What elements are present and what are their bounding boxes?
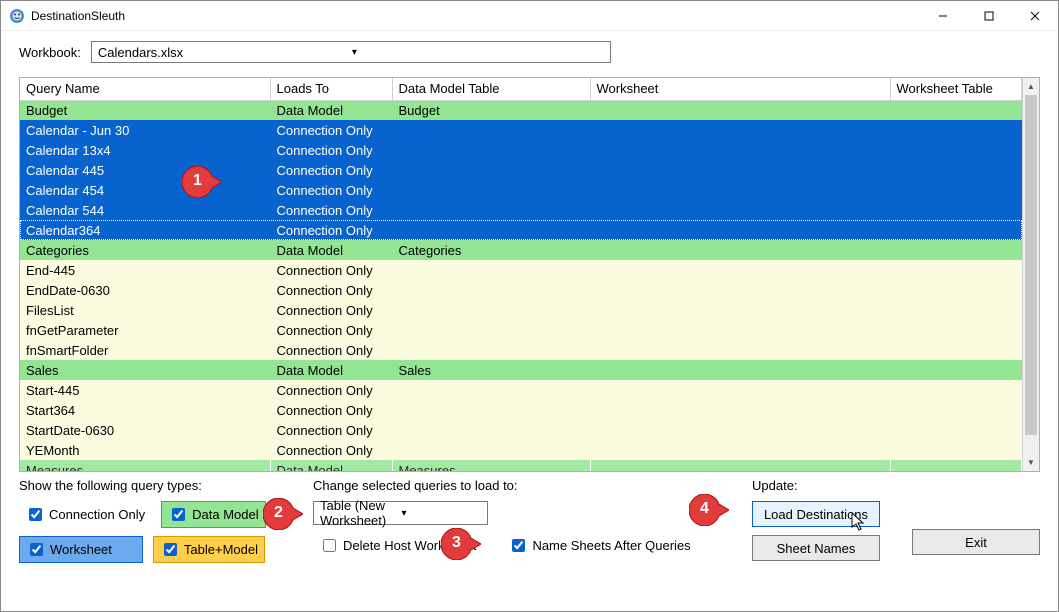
- scroll-down-icon[interactable]: ▼: [1023, 454, 1039, 471]
- table-row[interactable]: FilesListConnection Only: [20, 300, 1022, 320]
- name-sheets-after-queries-checkbox[interactable]: Name Sheets After Queries: [502, 533, 696, 558]
- col-worksheet-table[interactable]: Worksheet Table: [890, 78, 1022, 100]
- table-row[interactable]: StartDate-0630Connection Only: [20, 420, 1022, 440]
- delete-host-worksheet-checkbox[interactable]: Delete Host Worksheet: [313, 533, 482, 558]
- change-label: Change selected queries to load to:: [313, 478, 697, 493]
- col-query-name[interactable]: Query Name: [20, 78, 270, 100]
- maximize-button[interactable]: [966, 1, 1012, 30]
- window-title: DestinationSleuth: [31, 9, 920, 23]
- sheet-names-button[interactable]: Sheet Names: [752, 535, 880, 561]
- table-row[interactable]: BudgetData ModelBudget: [20, 100, 1022, 120]
- table-row[interactable]: EndDate-0630Connection Only: [20, 280, 1022, 300]
- filter-connection-only[interactable]: Connection Only: [19, 501, 151, 528]
- table-row[interactable]: Start-445Connection Only: [20, 380, 1022, 400]
- filter-label: Show the following query types:: [19, 478, 279, 493]
- workbook-label: Workbook:: [19, 45, 81, 60]
- scrollbar-thumb[interactable]: [1025, 95, 1037, 435]
- update-label: Update:: [752, 478, 880, 493]
- table-row[interactable]: SalesData ModelSales: [20, 360, 1022, 380]
- chevron-down-icon: ▾: [402, 508, 484, 519]
- minimize-button[interactable]: [920, 1, 966, 30]
- table-row[interactable]: Calendar 13x4Connection Only: [20, 140, 1022, 160]
- table-row[interactable]: Calendar 544Connection Only: [20, 200, 1022, 220]
- query-grid: Query Name Loads To Data Model Table Wor…: [19, 77, 1040, 472]
- workbook-combo[interactable]: Calendars.xlsx ▾: [91, 41, 611, 63]
- header-row: Query Name Loads To Data Model Table Wor…: [20, 78, 1022, 100]
- app-icon: [9, 8, 25, 24]
- app-window: DestinationSleuth Workbook: Calendars.xl…: [0, 0, 1059, 612]
- table-row[interactable]: Calendar 454Connection Only: [20, 180, 1022, 200]
- bottom-panel: Show the following query types: Connecti…: [1, 472, 1058, 573]
- table-row[interactable]: YEMonthConnection Only: [20, 440, 1022, 460]
- col-loads-to[interactable]: Loads To: [270, 78, 392, 100]
- filter-worksheet[interactable]: Worksheet: [19, 536, 143, 563]
- table-row[interactable]: End-445Connection Only: [20, 260, 1022, 280]
- workbook-value: Calendars.xlsx: [98, 45, 352, 60]
- chevron-down-icon: ▾: [352, 47, 606, 58]
- titlebar: DestinationSleuth: [1, 1, 1058, 31]
- exit-button[interactable]: Exit: [912, 529, 1040, 555]
- filter-table-model[interactable]: Table+Model: [153, 536, 265, 563]
- filter-data-model[interactable]: Data Model: [161, 501, 265, 528]
- col-worksheet[interactable]: Worksheet: [590, 78, 890, 100]
- table-row[interactable]: MeasuresData ModelMeasures: [20, 460, 1022, 471]
- col-data-model-table[interactable]: Data Model Table: [392, 78, 590, 100]
- table-row[interactable]: Start364Connection Only: [20, 400, 1022, 420]
- load-destinations-button[interactable]: Load Destinations: [752, 501, 880, 527]
- close-button[interactable]: [1012, 1, 1058, 30]
- vertical-scrollbar[interactable]: ▲ ▼: [1022, 78, 1039, 471]
- table-row[interactable]: Calendar 445Connection Only: [20, 160, 1022, 180]
- table-row[interactable]: fnGetParameterConnection Only: [20, 320, 1022, 340]
- table-row[interactable]: Calendar - Jun 30Connection Only: [20, 120, 1022, 140]
- scroll-up-icon[interactable]: ▲: [1023, 78, 1039, 95]
- table-row[interactable]: Calendar364Connection Only: [20, 220, 1022, 240]
- load-to-select[interactable]: Table (New Worksheet) ▾: [313, 501, 488, 525]
- window-buttons: [920, 1, 1058, 30]
- workbook-toolbar: Workbook: Calendars.xlsx ▾: [1, 31, 1058, 69]
- table-row[interactable]: CategoriesData ModelCategories: [20, 240, 1022, 260]
- table-row[interactable]: fnSmartFolderConnection Only: [20, 340, 1022, 360]
